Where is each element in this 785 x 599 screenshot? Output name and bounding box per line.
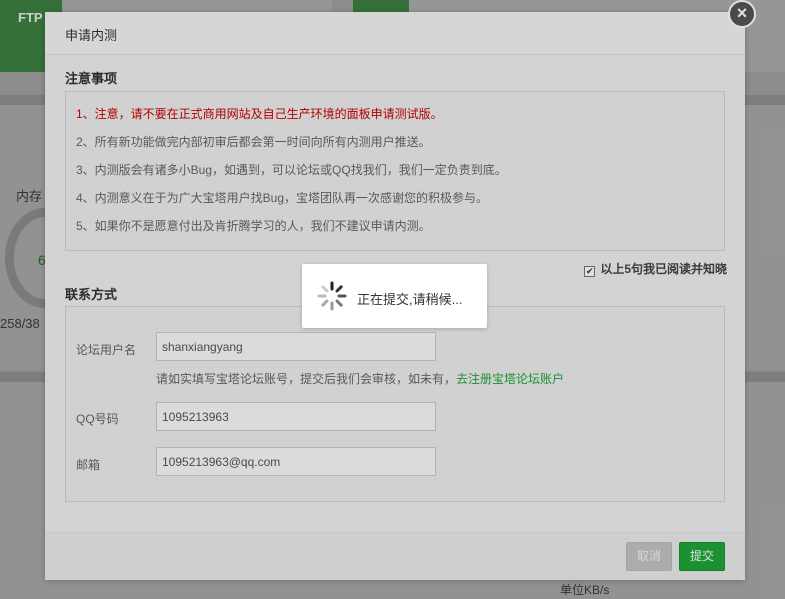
loading-toast: 正在提交,请稍候... bbox=[302, 264, 487, 328]
spinner-icon bbox=[317, 281, 347, 311]
loading-text: 正在提交,请稍候... bbox=[357, 292, 463, 307]
